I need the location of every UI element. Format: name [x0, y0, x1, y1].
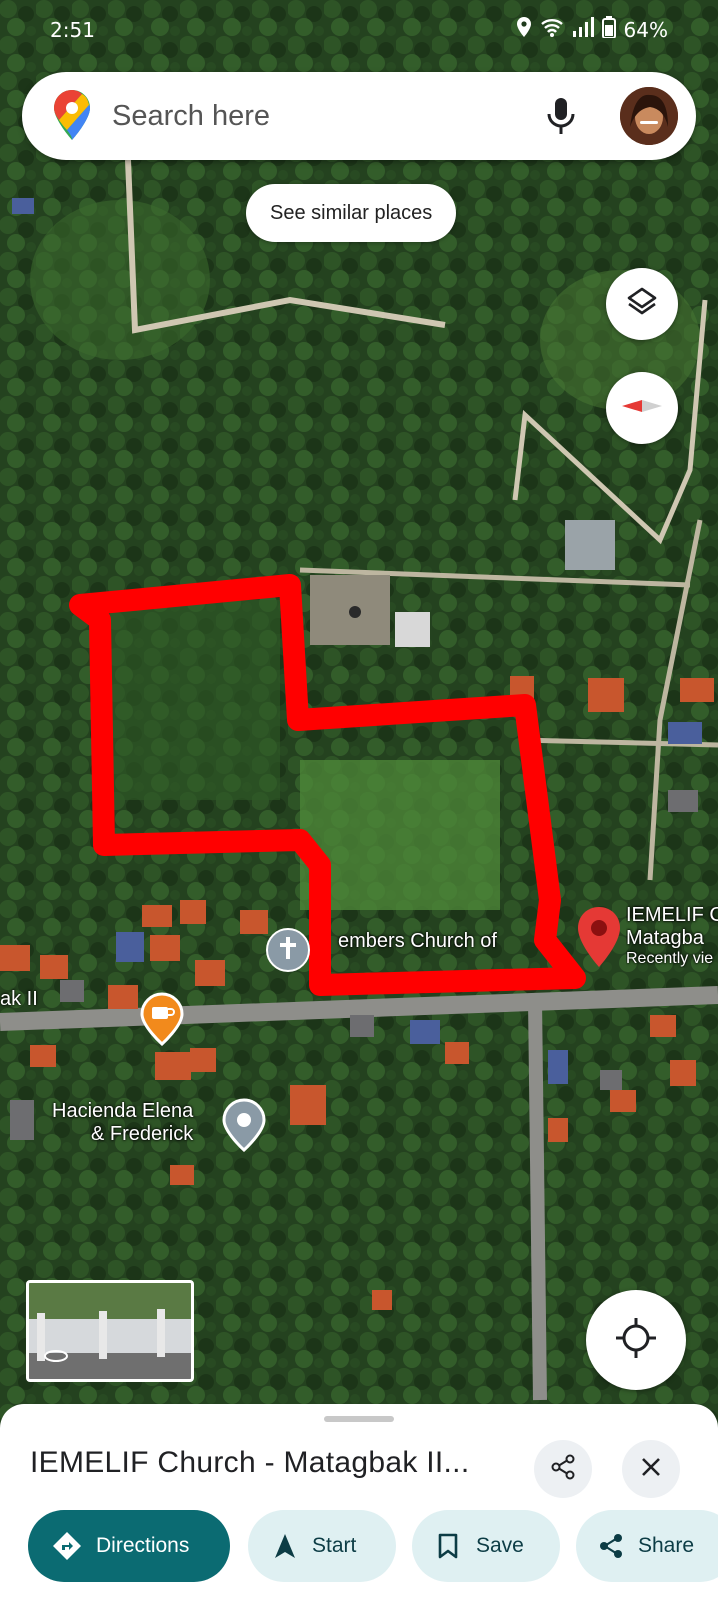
hacienda-label-line2: & Frederick: [90, 1123, 194, 1145]
location-icon: [516, 17, 532, 42]
road-label: ak II: [0, 988, 38, 1010]
directions-icon: [52, 1531, 82, 1561]
status-time: 2:51: [50, 18, 95, 42]
hacienda-label[interactable]: Hacienda Elena & Frederick: [52, 1100, 193, 1146]
directions-button[interactable]: Directions: [28, 1510, 230, 1582]
bookmark-icon: [438, 1533, 458, 1559]
directions-label: Directions: [96, 1534, 190, 1557]
status-bar: 2:51 64%: [0, 0, 718, 60]
street-view-360-icon: [43, 1349, 69, 1368]
compass-button[interactable]: [606, 372, 678, 444]
microphone-icon[interactable]: [546, 96, 576, 141]
see-similar-places-chip[interactable]: See similar places: [246, 184, 457, 242]
cross-icon: [279, 936, 297, 964]
place-pin-icon: [222, 1098, 266, 1156]
church-label[interactable]: embers Church of: [338, 930, 497, 953]
share-icon: [598, 1533, 624, 1559]
layers-icon: [625, 285, 659, 324]
search-bar[interactable]: Search here: [22, 72, 696, 160]
hacienda-label-line1: Hacienda Elena: [52, 1100, 194, 1122]
sheet-share-button[interactable]: [534, 1440, 592, 1498]
selected-place-subtitle: Recently vie: [626, 950, 714, 967]
save-button[interactable]: Save: [412, 1510, 560, 1582]
place-title[interactable]: IEMELIF Church - Matagbak II...: [30, 1446, 469, 1480]
selected-place-pin[interactable]: [576, 905, 622, 974]
cafe-poi-marker[interactable]: [140, 992, 184, 1051]
battery-icon: [601, 16, 616, 43]
signal-icon: [572, 17, 594, 42]
my-location-icon: [614, 1316, 658, 1365]
battery-percent: 64%: [623, 17, 668, 42]
navigation-arrow-icon: [274, 1533, 296, 1559]
save-label: Save: [476, 1534, 524, 1557]
share-button[interactable]: Share: [576, 1510, 718, 1582]
selected-place-label-line1: IEMELIF C: [626, 904, 718, 926]
selected-place-label[interactable]: IEMELIF C Matagba Recently vie: [626, 904, 718, 968]
avatar[interactable]: [620, 87, 678, 145]
hacienda-poi-marker[interactable]: [222, 1098, 266, 1157]
start-button[interactable]: Start: [248, 1510, 396, 1582]
sheet-drag-handle[interactable]: [324, 1416, 394, 1422]
google-maps-logo: [54, 90, 90, 145]
close-icon: [640, 1456, 662, 1483]
share-label: Share: [638, 1534, 695, 1557]
cafe-icon: [140, 992, 184, 1050]
place-bottom-sheet[interactable]: IEMELIF Church - Matagbak II... Directio…: [0, 1404, 718, 1600]
street-view-thumbnail[interactable]: [26, 1280, 194, 1382]
wifi-icon: [540, 17, 564, 42]
selected-place-label-line2: Matagba: [626, 927, 704, 949]
red-pin-icon: [576, 907, 622, 973]
layers-button[interactable]: [606, 268, 678, 340]
start-label: Start: [312, 1534, 357, 1557]
search-input[interactable]: Search here: [112, 100, 270, 133]
church-poi-marker[interactable]: [266, 928, 310, 972]
compass-icon: [620, 391, 664, 426]
share-icon: [550, 1454, 576, 1485]
my-location-button[interactable]: [586, 1290, 686, 1390]
close-button[interactable]: [622, 1440, 680, 1498]
